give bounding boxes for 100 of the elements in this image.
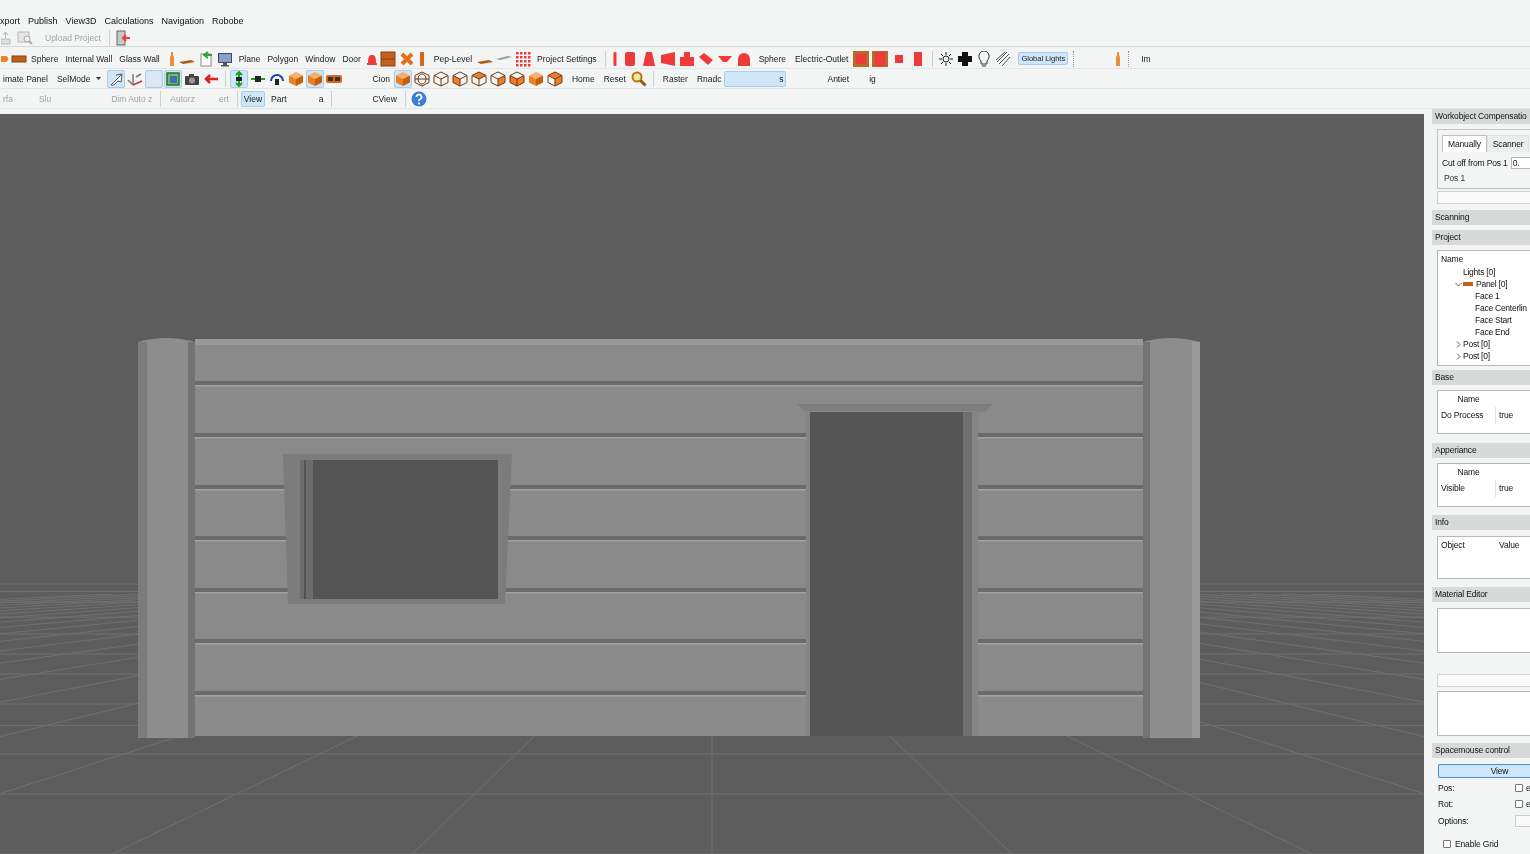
tree-item[interactable]: Post [0] xyxy=(1441,350,1530,362)
toolbar-button[interactable]: Part xyxy=(268,90,290,107)
cross-fixture-icon[interactable] xyxy=(956,49,975,68)
toolbar-button[interactable]: a xyxy=(315,90,327,107)
checkbox[interactable] xyxy=(1515,784,1523,792)
field-label: Pos: xyxy=(1438,783,1456,793)
table-cell-text: true xyxy=(1498,482,1515,495)
input-field[interactable] xyxy=(1515,815,1530,827)
menu-item[interactable]: Calculations xyxy=(104,16,154,26)
section-header: Scanning xyxy=(1432,210,1530,225)
view-button[interactable]: View xyxy=(1438,764,1530,778)
mode-dropdown[interactable]: SelMode xyxy=(54,70,104,87)
toolbar-button[interactable]: Sphere xyxy=(28,50,62,67)
checkbox[interactable] xyxy=(1443,840,1451,848)
toolbar-button[interactable]: Plane xyxy=(235,50,264,67)
spotlights-icon[interactable] xyxy=(994,49,1013,68)
toolbar-button[interactable]: Polygon xyxy=(264,50,302,67)
cube-frame-icon[interactable] xyxy=(164,69,183,88)
column-header: Name xyxy=(1456,466,1481,479)
help-icon[interactable] xyxy=(409,89,428,108)
cube-icon[interactable] xyxy=(306,69,325,88)
vertical-move-icon[interactable] xyxy=(230,69,249,88)
toolbar-button[interactable]: Door xyxy=(339,50,364,67)
menu-item[interactable]: Robobe xyxy=(211,16,244,26)
table-cell: Do Process xyxy=(1438,407,1496,424)
door-icon[interactable] xyxy=(378,49,397,68)
toolbar-button[interactable]: Electric-Outlet xyxy=(792,50,852,67)
field-label: Options: xyxy=(1438,816,1470,826)
blank-tile-icon[interactable] xyxy=(145,69,164,88)
tab[interactable]: Scanner xyxy=(1486,135,1530,152)
checkbox[interactable] xyxy=(1515,800,1523,808)
menu-item[interactable]: xport xyxy=(0,16,20,26)
toolbar-button[interactable]: Raster xyxy=(659,70,691,87)
sun-icon[interactable] xyxy=(937,49,956,68)
cube-icon[interactable] xyxy=(526,69,545,88)
section-header: Base xyxy=(1432,370,1530,385)
toolbar-button[interactable]: CView xyxy=(369,90,400,107)
3d-viewport[interactable] xyxy=(0,114,1424,854)
toolbar-button[interactable]: Glass Wall xyxy=(116,50,163,67)
toolbar-button[interactable]: Internal Wall xyxy=(62,50,116,67)
toolbar-button[interactable]: Im xyxy=(1138,50,1154,67)
cube-view-icon[interactable] xyxy=(450,69,469,88)
exit-door-icon[interactable] xyxy=(113,29,132,47)
section-header: Spacemouse control xyxy=(1432,743,1530,758)
tree-item[interactable]: Face End xyxy=(1441,326,1530,338)
checkbox-label: e xyxy=(1526,783,1530,793)
chevron-right-icon[interactable] xyxy=(1454,352,1462,360)
cube-view-icon[interactable] xyxy=(507,69,526,88)
tree-item[interactable]: Face Centerlin xyxy=(1441,302,1530,314)
section-header: Workobject Compensatio xyxy=(1432,109,1530,124)
tree-item[interactable]: Face Start xyxy=(1441,314,1530,326)
cube-view-icon[interactable] xyxy=(488,69,507,88)
toolbar-button[interactable]: View xyxy=(240,90,266,107)
input-field[interactable] xyxy=(1437,674,1530,687)
cube-icon[interactable] xyxy=(393,69,412,88)
section-header: Info xyxy=(1432,515,1530,530)
toolbar-button[interactable]: Cion xyxy=(369,70,393,87)
cube-view-icon[interactable] xyxy=(545,69,564,88)
toolbar-button[interactable]: Rnadc xyxy=(693,70,725,87)
number-field[interactable]: 0. xyxy=(1510,157,1530,169)
outlet-icon[interactable] xyxy=(871,49,890,68)
field-label: Cut off from Pos 1 xyxy=(1442,158,1508,168)
toolbar-button[interactable]: ig xyxy=(866,70,879,87)
tree-item[interactable]: Lights [0] xyxy=(1441,266,1530,278)
checkbox-label: Enable Grid xyxy=(1455,839,1499,849)
toolbar-button[interactable]: Window xyxy=(302,50,339,67)
section-header: Project xyxy=(1432,230,1530,245)
toolbar-button[interactable]: Pep-Level xyxy=(430,50,476,67)
column-header: Name xyxy=(1441,253,1465,266)
tab[interactable]: Manually xyxy=(1442,135,1487,152)
toolbar-button[interactable]: imate Panel xyxy=(0,70,51,87)
outlet-icon[interactable] xyxy=(852,49,871,68)
column-header: Name xyxy=(1456,393,1481,406)
chevron-right-icon[interactable] xyxy=(1454,340,1462,348)
dot-grid-icon[interactable] xyxy=(514,49,533,68)
table-cell: Visible xyxy=(1438,480,1496,497)
menu-item[interactable]: View3D xyxy=(65,16,97,26)
input-field[interactable] xyxy=(1437,191,1530,204)
toolbar-button[interactable]: s xyxy=(724,70,787,87)
menu-item[interactable]: Navigation xyxy=(161,16,204,26)
wedge-icon[interactable] xyxy=(658,49,677,68)
toolbar-button[interactable]: Reset xyxy=(600,70,629,87)
tree-item[interactable]: Panel [0] xyxy=(1441,278,1530,290)
tree-item[interactable]: Post [0] xyxy=(1441,338,1530,350)
chevron-down-icon[interactable] xyxy=(1454,280,1462,288)
column-header: Object xyxy=(1440,539,1466,552)
toolbar-button[interactable]: Antiet xyxy=(824,70,853,87)
cube-view-icon[interactable] xyxy=(469,69,488,88)
cube-icon[interactable] xyxy=(287,69,306,88)
wire-cube-icon[interactable] xyxy=(431,69,450,88)
section-header: Apperiance xyxy=(1432,443,1530,458)
wire-sphere-icon[interactable] xyxy=(412,69,431,88)
group-label: Pos 1 xyxy=(1444,173,1466,183)
house-shape-icon[interactable] xyxy=(677,49,696,68)
toolbar-button[interactable]: Sphere xyxy=(755,50,790,67)
toolbar-button[interactable]: Project Settings xyxy=(534,50,600,67)
toolbar-button[interactable]: Home xyxy=(568,70,598,87)
menu-item[interactable]: Publish xyxy=(28,16,58,26)
tree-item[interactable]: Face 1 xyxy=(1441,290,1530,302)
search-icon[interactable] xyxy=(629,69,648,88)
